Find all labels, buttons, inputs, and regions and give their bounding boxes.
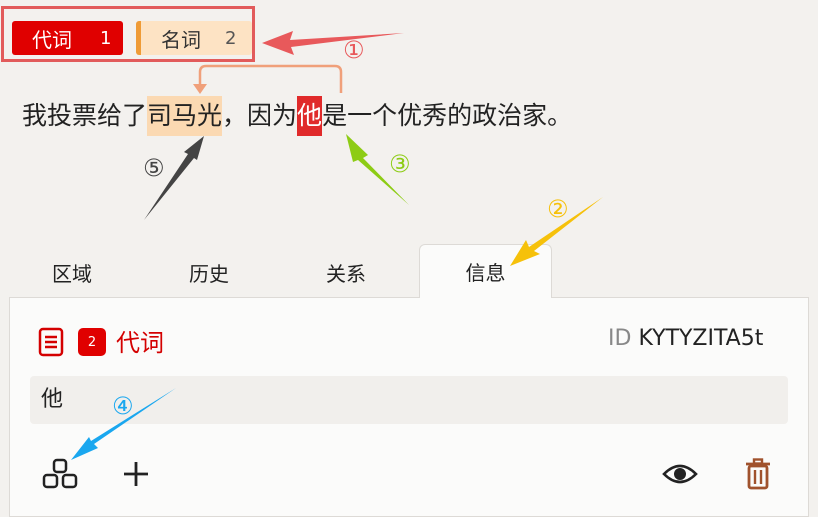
coref-link-arrow [198,64,343,93]
annotation-5: ⑤ [143,154,165,182]
annotation-overlay [71,31,603,460]
annotation-2: ② [547,195,569,223]
annotation-3: ③ [389,150,411,178]
annotation-4: ④ [112,392,134,420]
annotation-1: ① [343,36,365,64]
arrow-1 [262,31,404,55]
coref-link-arrowhead [193,84,207,94]
